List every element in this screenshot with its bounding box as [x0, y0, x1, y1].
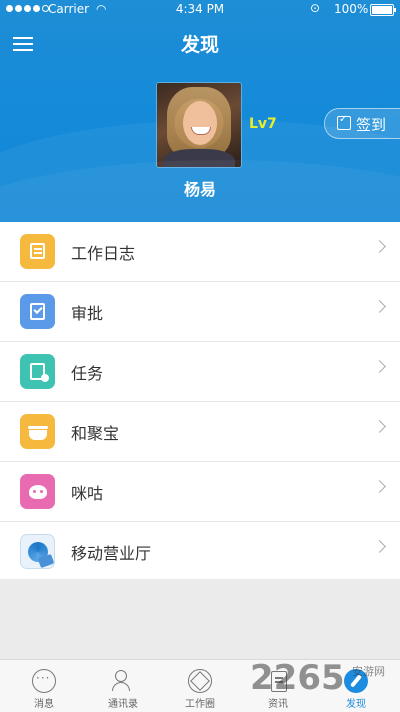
- menu-item-label: 咪咕: [71, 484, 104, 503]
- work-circle-icon: [188, 669, 212, 693]
- battery-percent: 100%: [334, 2, 369, 16]
- tab-contacts[interactable]: 通讯录: [83, 660, 163, 712]
- level-badge: Lv7: [249, 116, 277, 132]
- menu-item-task[interactable]: 任务: [0, 342, 400, 402]
- watermark: 2265: [250, 658, 345, 698]
- checkin-label: 签到: [356, 116, 387, 134]
- tab-label: 通讯录: [108, 699, 138, 710]
- status-bar: Carrier ◠ 4:34 PM ⊙ 100%: [0, 0, 400, 18]
- chevron-right-icon: [373, 480, 386, 493]
- chevron-right-icon: [373, 240, 386, 253]
- battery-icon: [370, 4, 396, 16]
- user-name: 杨易: [183, 180, 216, 199]
- calendar-check-icon: [337, 114, 351, 130]
- menu-item-label: 和聚宝: [71, 424, 120, 443]
- chevron-right-icon: [373, 360, 386, 373]
- menu-item-label: 审批: [71, 304, 104, 323]
- page-title: 发现: [180, 34, 219, 56]
- menu-item-label: 任务: [71, 364, 104, 383]
- chevron-right-icon: [373, 300, 386, 313]
- menu-item-approval[interactable]: 审批: [0, 282, 400, 342]
- discover-menu-list: 工作日志 审批 任务 和聚宝 咪咕 移动营业厅: [0, 222, 400, 579]
- menu-item-migu[interactable]: 咪咕: [0, 462, 400, 522]
- tab-label: 工作圈: [185, 699, 215, 710]
- migu-icon: [20, 474, 55, 509]
- menu-item-label: 移动营业厅: [71, 544, 152, 563]
- watermark-subtext: 安游网: [352, 665, 385, 678]
- tab-work-circle[interactable]: 工作圈: [160, 660, 240, 712]
- chevron-right-icon: [373, 540, 386, 553]
- journal-icon: [20, 234, 55, 269]
- header: Carrier ◠ 4:34 PM ⊙ 100% 发现 Lv7 签到 杨易: [0, 0, 400, 222]
- message-icon: [32, 669, 56, 693]
- menu-item-mobile-hall[interactable]: 移动营业厅: [0, 522, 400, 579]
- task-icon: [20, 354, 55, 389]
- contacts-icon: [111, 669, 135, 693]
- tab-messages[interactable]: 消息: [4, 660, 84, 712]
- tab-label: 消息: [34, 699, 54, 710]
- avatar[interactable]: [157, 83, 241, 167]
- china-mobile-icon: [20, 534, 55, 569]
- approval-icon: [20, 294, 55, 329]
- orientation-lock-icon: ⊙: [310, 1, 321, 15]
- checkin-button[interactable]: 签到: [324, 108, 400, 139]
- menu-item-treasure[interactable]: 和聚宝: [0, 402, 400, 462]
- treasure-icon: [20, 414, 55, 449]
- menu-item-work-journal[interactable]: 工作日志: [0, 222, 400, 282]
- menu-item-label: 工作日志: [71, 244, 136, 263]
- chevron-right-icon: [373, 420, 386, 433]
